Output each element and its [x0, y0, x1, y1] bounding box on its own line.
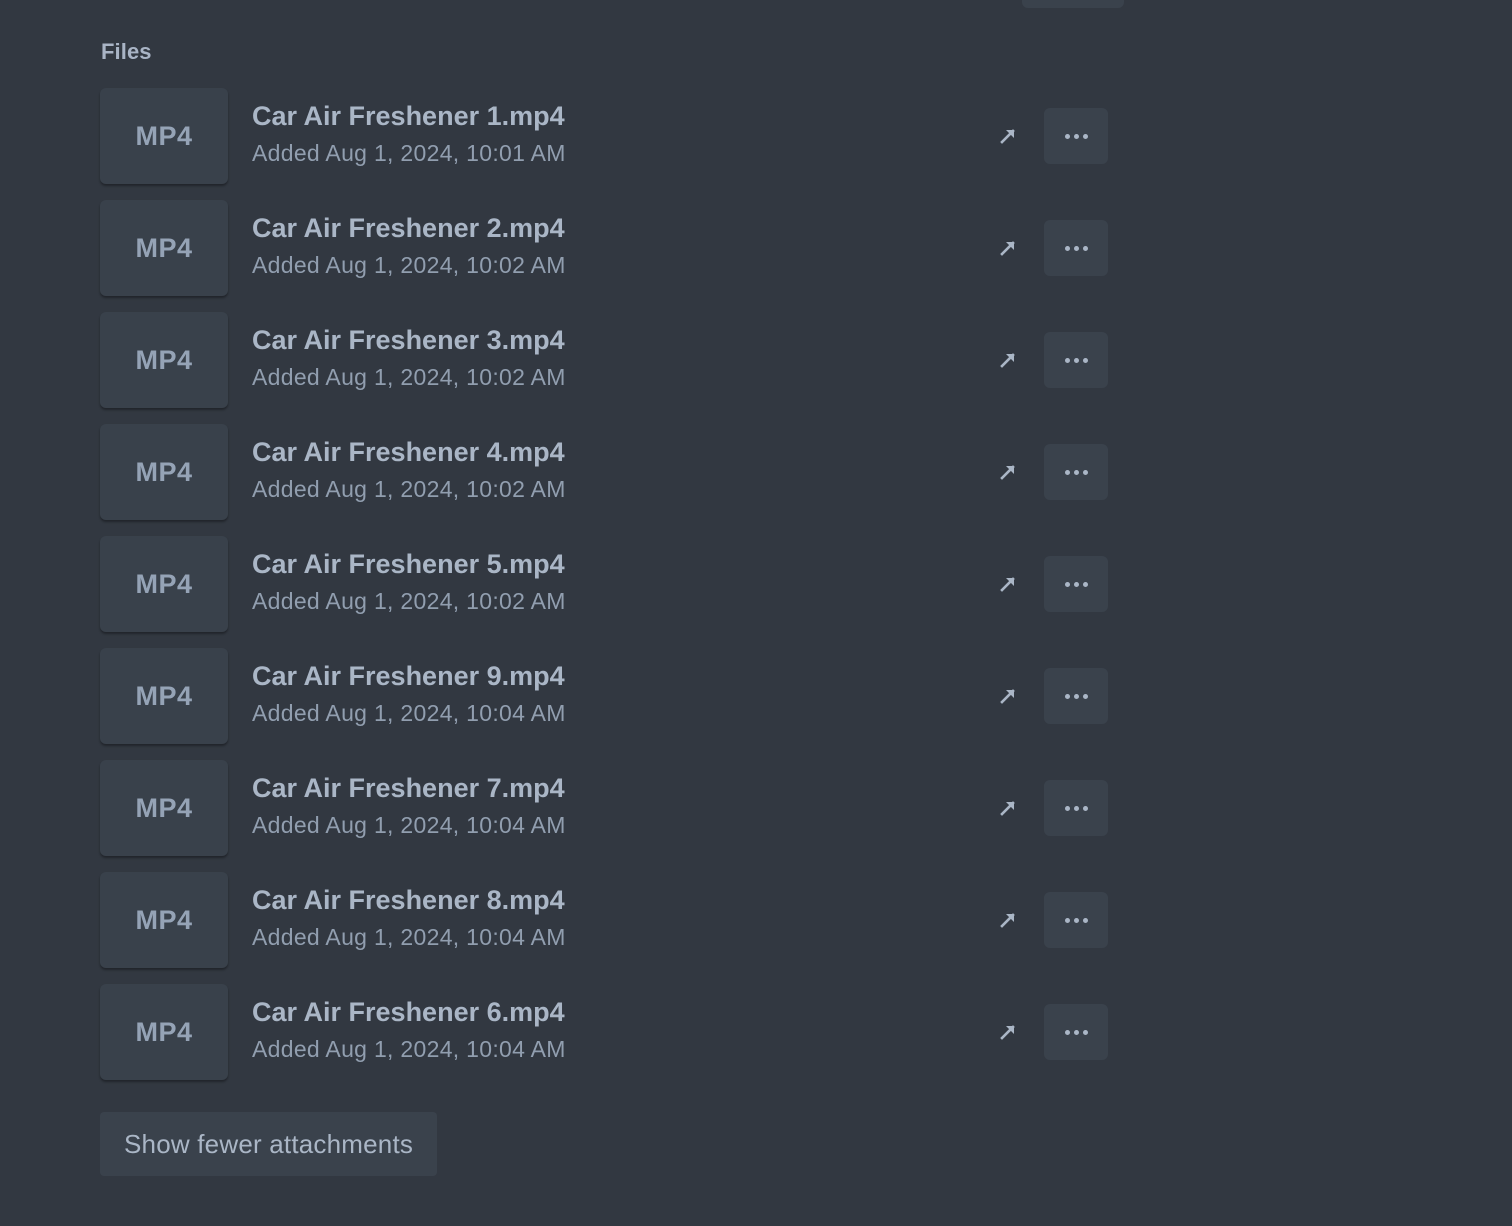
more-options-button[interactable] — [1044, 108, 1108, 164]
file-row[interactable]: MP4 Car Air Freshener 4.mp4 Added Aug 1,… — [100, 424, 1110, 520]
arrow-up-right-icon — [1000, 465, 1015, 480]
file-name[interactable]: Car Air Freshener 4.mp4 — [252, 436, 566, 468]
open-file-button[interactable] — [994, 570, 1022, 598]
file-row[interactable]: MP4 Car Air Freshener 9.mp4 Added Aug 1,… — [100, 648, 1110, 744]
file-info: Car Air Freshener 5.mp4 Added Aug 1, 202… — [252, 548, 566, 615]
open-file-button[interactable] — [994, 794, 1022, 822]
file-name[interactable]: Car Air Freshener 6.mp4 — [252, 996, 566, 1028]
file-type-tile[interactable]: MP4 — [100, 312, 228, 408]
file-info: Car Air Freshener 1.mp4 Added Aug 1, 202… — [252, 100, 566, 167]
file-info: Car Air Freshener 3.mp4 Added Aug 1, 202… — [252, 324, 566, 391]
file-type-tile[interactable]: MP4 — [100, 648, 228, 744]
file-row[interactable]: MP4 Car Air Freshener 1.mp4 Added Aug 1,… — [100, 88, 1110, 184]
more-options-button[interactable] — [1044, 780, 1108, 836]
file-name[interactable]: Car Air Freshener 2.mp4 — [252, 212, 566, 244]
file-row[interactable]: MP4 Car Air Freshener 7.mp4 Added Aug 1,… — [100, 760, 1110, 856]
open-file-button[interactable] — [994, 122, 1022, 150]
file-added-date: Added Aug 1, 2024, 10:02 AM — [252, 588, 566, 614]
file-row[interactable]: MP4 Car Air Freshener 3.mp4 Added Aug 1,… — [100, 312, 1110, 408]
arrow-up-right-icon — [1000, 689, 1015, 704]
file-list: MP4 Car Air Freshener 1.mp4 Added Aug 1,… — [100, 88, 1110, 1096]
file-info: Car Air Freshener 6.mp4 Added Aug 1, 202… — [252, 996, 566, 1063]
more-options-button[interactable] — [1044, 332, 1108, 388]
show-fewer-attachments-button[interactable]: Show fewer attachments — [100, 1112, 438, 1176]
file-added-date: Added Aug 1, 2024, 10:01 AM — [252, 140, 566, 166]
ellipsis-icon — [1064, 245, 1088, 251]
file-added-date: Added Aug 1, 2024, 10:02 AM — [252, 364, 566, 390]
file-added-date: Added Aug 1, 2024, 10:04 AM — [252, 1036, 566, 1062]
arrow-up-right-icon — [1000, 129, 1015, 144]
arrow-up-right-icon — [1000, 353, 1015, 368]
file-type-tile[interactable]: MP4 — [100, 872, 228, 968]
file-type-tile[interactable]: MP4 — [100, 984, 228, 1080]
ellipsis-icon — [1064, 805, 1088, 811]
more-options-button[interactable] — [1044, 668, 1108, 724]
more-options-button[interactable] — [1044, 220, 1108, 276]
more-options-button[interactable] — [1044, 892, 1108, 948]
file-info: Car Air Freshener 9.mp4 Added Aug 1, 202… — [252, 660, 566, 727]
file-type-tile[interactable]: MP4 — [100, 424, 228, 520]
open-file-button[interactable] — [994, 346, 1022, 374]
file-name[interactable]: Car Air Freshener 8.mp4 — [252, 884, 566, 916]
file-row[interactable]: MP4 Car Air Freshener 5.mp4 Added Aug 1,… — [100, 536, 1110, 632]
attachments-panel: Files MP4 Car Air Freshener 1.mp4 Added … — [0, 0, 1512, 1226]
file-name[interactable]: Car Air Freshener 9.mp4 — [252, 660, 566, 692]
file-name[interactable]: Car Air Freshener 5.mp4 — [252, 548, 566, 580]
file-info: Car Air Freshener 4.mp4 Added Aug 1, 202… — [252, 436, 566, 503]
arrow-up-right-icon — [1000, 801, 1015, 816]
section-title: Files — [101, 39, 152, 64]
ellipsis-icon — [1064, 357, 1088, 363]
file-added-date: Added Aug 1, 2024, 10:04 AM — [252, 924, 566, 950]
file-name[interactable]: Car Air Freshener 7.mp4 — [252, 772, 566, 804]
ellipsis-icon — [1064, 133, 1088, 139]
ellipsis-icon — [1064, 581, 1088, 587]
arrow-up-right-icon — [1000, 241, 1015, 256]
file-type-tile[interactable]: MP4 — [100, 88, 228, 184]
file-info: Car Air Freshener 2.mp4 Added Aug 1, 202… — [252, 212, 566, 279]
ellipsis-icon — [1064, 917, 1088, 923]
more-options-button[interactable] — [1044, 556, 1108, 612]
file-info: Car Air Freshener 7.mp4 Added Aug 1, 202… — [252, 772, 566, 839]
file-type-tile[interactable]: MP4 — [100, 200, 228, 296]
open-file-button[interactable] — [994, 458, 1022, 486]
file-added-date: Added Aug 1, 2024, 10:02 AM — [252, 476, 566, 502]
open-file-button[interactable] — [994, 1018, 1022, 1046]
file-info: Car Air Freshener 8.mp4 Added Aug 1, 202… — [252, 884, 566, 951]
file-name[interactable]: Car Air Freshener 3.mp4 — [252, 324, 566, 356]
open-file-button[interactable] — [994, 682, 1022, 710]
ellipsis-icon — [1064, 693, 1088, 699]
arrow-up-right-icon — [1000, 913, 1015, 928]
file-name[interactable]: Car Air Freshener 1.mp4 — [252, 100, 566, 132]
more-options-button[interactable] — [1044, 444, 1108, 500]
file-type-tile[interactable]: MP4 — [100, 536, 228, 632]
more-options-button[interactable] — [1044, 1004, 1108, 1060]
arrow-up-right-icon — [1000, 1025, 1015, 1040]
file-added-date: Added Aug 1, 2024, 10:04 AM — [252, 700, 566, 726]
file-added-date: Added Aug 1, 2024, 10:02 AM — [252, 252, 566, 278]
arrow-up-right-icon — [1000, 577, 1015, 592]
open-file-button[interactable] — [994, 234, 1022, 262]
file-added-date: Added Aug 1, 2024, 10:04 AM — [252, 812, 566, 838]
file-type-tile[interactable]: MP4 — [100, 760, 228, 856]
ellipsis-icon — [1064, 469, 1088, 475]
file-row[interactable]: MP4 Car Air Freshener 6.mp4 Added Aug 1,… — [100, 984, 1110, 1080]
partial-button[interactable] — [1022, 0, 1124, 8]
file-row[interactable]: MP4 Car Air Freshener 2.mp4 Added Aug 1,… — [100, 200, 1110, 296]
file-row[interactable]: MP4 Car Air Freshener 8.mp4 Added Aug 1,… — [100, 872, 1110, 968]
ellipsis-icon — [1064, 1029, 1088, 1035]
open-file-button[interactable] — [994, 906, 1022, 934]
